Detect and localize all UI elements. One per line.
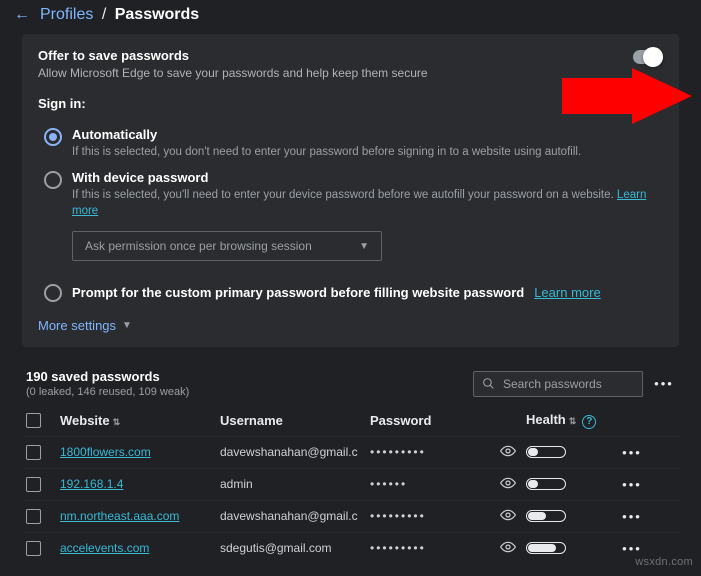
column-header-username[interactable]: Username xyxy=(220,413,370,428)
breadcrumb-current: Passwords xyxy=(115,6,199,23)
saved-count-label: 190 saved passwords xyxy=(26,369,189,384)
column-header-website[interactable]: Website⇅ xyxy=(60,413,220,428)
health-indicator xyxy=(526,542,566,554)
offer-save-title: Offer to save passwords xyxy=(38,48,663,63)
breadcrumb: Profiles / Passwords xyxy=(40,6,199,24)
offer-save-toggle[interactable] xyxy=(633,50,663,64)
website-link[interactable]: 1800flowers.com xyxy=(60,445,220,459)
health-indicator xyxy=(526,478,566,490)
row-checkbox[interactable] xyxy=(26,541,41,556)
signin-label: Sign in: xyxy=(38,96,663,111)
radio-subtitle: If this is selected, you'll need to ente… xyxy=(72,187,663,219)
settings-card: Offer to save passwords Allow Microsoft … xyxy=(22,34,679,347)
password-cell: ••••••••• xyxy=(370,541,490,555)
back-icon[interactable]: ← xyxy=(14,6,30,24)
signin-option-device-password[interactable]: With device password If this is selected… xyxy=(38,164,663,223)
dropdown-label: Ask permission once per browsing session xyxy=(85,239,312,253)
username-cell: davewshanahan@gmail.c xyxy=(220,509,370,523)
more-settings-link[interactable]: More settings ▼ xyxy=(38,318,663,333)
breadcrumb-separator: / xyxy=(102,6,106,23)
watermark-text: wsxdn.com xyxy=(635,556,693,568)
radio-title: Prompt for the custom primary password b… xyxy=(72,285,524,300)
table-row: accelevents.com sdegutis@gmail.com •••••… xyxy=(22,532,679,564)
radio-icon[interactable] xyxy=(44,128,62,146)
radio-icon[interactable] xyxy=(44,171,62,189)
ask-permission-dropdown[interactable]: Ask permission once per browsing session… xyxy=(72,231,382,261)
search-input[interactable]: Search passwords xyxy=(473,371,643,397)
table-row: 1800flowers.com davewshanahan@gmail.c ••… xyxy=(22,436,679,468)
row-more-button[interactable]: ••• xyxy=(612,445,652,460)
row-checkbox[interactable] xyxy=(26,445,41,460)
help-icon[interactable]: ? xyxy=(582,415,596,429)
website-link[interactable]: 192.168.1.4 xyxy=(60,477,220,491)
select-all-checkbox[interactable] xyxy=(26,413,41,428)
health-indicator xyxy=(526,446,566,458)
chevron-down-icon: ▼ xyxy=(359,241,369,252)
column-header-health[interactable]: Health⇅? xyxy=(526,412,612,429)
learn-more-link[interactable]: Learn more xyxy=(534,285,600,300)
sort-icon: ⇅ xyxy=(569,416,577,426)
password-cell: ••••••••• xyxy=(370,509,490,523)
row-more-button[interactable]: ••• xyxy=(612,477,652,492)
breadcrumb-parent[interactable]: Profiles xyxy=(40,6,93,23)
website-link[interactable]: accelevents.com xyxy=(60,541,220,555)
username-cell: davewshanahan@gmail.c xyxy=(220,445,370,459)
reveal-password-button[interactable] xyxy=(500,475,516,494)
row-checkbox[interactable] xyxy=(26,477,41,492)
table-row: nm.northeast.aaa.com davewshanahan@gmail… xyxy=(22,500,679,532)
row-more-button[interactable]: ••• xyxy=(612,509,652,524)
row-checkbox[interactable] xyxy=(26,509,41,524)
more-actions-button[interactable]: ••• xyxy=(653,376,675,391)
search-placeholder: Search passwords xyxy=(503,377,602,391)
radio-subtitle: If this is selected, you don't need to e… xyxy=(72,144,663,160)
row-more-button[interactable]: ••• xyxy=(612,541,652,556)
radio-icon[interactable] xyxy=(44,284,62,302)
signin-option-prompt-primary[interactable]: Prompt for the custom primary password b… xyxy=(38,273,663,306)
username-cell: admin xyxy=(220,477,370,491)
table-header-row: Website⇅ Username Password Health⇅? xyxy=(22,406,679,436)
column-header-password[interactable]: Password xyxy=(370,413,490,428)
reveal-password-button[interactable] xyxy=(500,507,516,526)
saved-passwords-header: 190 saved passwords (0 leaked, 146 reuse… xyxy=(22,361,679,406)
table-row: 192.168.1.4 admin •••••• ••• xyxy=(22,468,679,500)
reveal-password-button[interactable] xyxy=(500,539,516,558)
password-cell: •••••• xyxy=(370,477,490,491)
password-cell: ••••••••• xyxy=(370,445,490,459)
radio-title: Automatically xyxy=(72,127,663,142)
offer-save-subtitle: Allow Microsoft Edge to save your passwo… xyxy=(38,66,663,80)
username-cell: sdegutis@gmail.com xyxy=(220,541,370,555)
saved-stats-label: (0 leaked, 146 reused, 109 weak) xyxy=(26,386,189,398)
reveal-password-button[interactable] xyxy=(500,443,516,462)
sort-icon: ⇅ xyxy=(113,417,121,427)
search-icon xyxy=(482,377,495,390)
health-indicator xyxy=(526,510,566,522)
signin-option-automatically[interactable]: Automatically If this is selected, you d… xyxy=(38,121,663,164)
website-link[interactable]: nm.northeast.aaa.com xyxy=(60,509,220,523)
radio-title: With device password xyxy=(72,170,663,185)
chevron-down-icon: ▼ xyxy=(122,320,132,331)
passwords-table: Website⇅ Username Password Health⇅? 1800… xyxy=(22,406,679,564)
